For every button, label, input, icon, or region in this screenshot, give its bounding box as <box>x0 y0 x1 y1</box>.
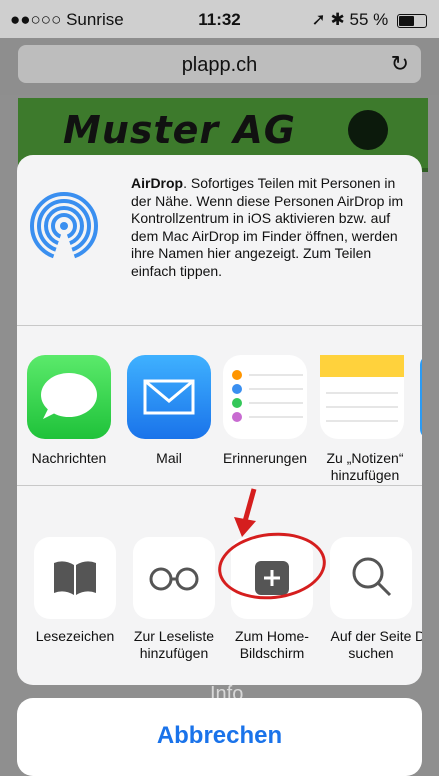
battery-icon <box>397 13 427 28</box>
notes-icon[interactable] <box>320 355 404 439</box>
battery-status: ➚ ✱ 55 % <box>312 10 427 30</box>
address-bar[interactable]: plapp.ch ↻ <box>18 45 421 83</box>
airdrop-icon <box>30 192 98 261</box>
action-label: Lesezeichen <box>35 628 115 644</box>
app-label: Mail <box>156 450 182 466</box>
cancel-button[interactable]: Abbrechen <box>17 698 422 776</box>
annotation-arrow <box>234 488 257 537</box>
messages-icon[interactable] <box>27 355 111 439</box>
action-label: Zum Home-Bildschirm <box>235 628 309 661</box>
search-icon[interactable] <box>330 537 412 619</box>
location-icon: ➚ <box>311 10 326 29</box>
banner-title: Muster AG <box>63 108 296 152</box>
action-row: Lesezeichen Zur Leseliste hinzufügen Zum… <box>17 485 422 685</box>
url-label: plapp.ch <box>181 54 258 76</box>
logo-dot <box>348 110 388 150</box>
battery-percent: 55 % <box>349 10 389 29</box>
share-sheet: AirDrop. Sofortiges Teilen mit Personen … <box>17 155 422 685</box>
more-apps-icon[interactable] <box>420 355 422 439</box>
reload-icon[interactable]: ↻ <box>391 51 409 77</box>
status-bar: ●●○○○ Sunrise 11:32 ➚ ✱ 55 % <box>0 0 439 38</box>
airdrop-description: AirDrop. Sofortiges Teilen mit Personen … <box>131 175 416 280</box>
action-label-partial: D <box>415 628 422 644</box>
airdrop-section[interactable]: AirDrop. Sofortiges Teilen mit Personen … <box>17 155 422 326</box>
mail-icon[interactable] <box>127 355 211 439</box>
reminders-icon[interactable] <box>223 355 307 439</box>
app-row: Nachrichten Mail Erinnerungen Zu „Notize… <box>17 325 422 486</box>
airdrop-title: AirDrop <box>131 175 184 191</box>
cancel-label: Abbrechen <box>156 722 283 749</box>
book-icon[interactable] <box>34 537 116 619</box>
glasses-icon[interactable] <box>133 537 215 619</box>
action-label: Zur Leseliste hinzufügen <box>133 628 215 661</box>
app-label: Nachrichten <box>31 450 107 466</box>
app-label: Zu „Notizen“ hinzufügen <box>326 450 404 483</box>
bluetooth-icon: ✱ <box>330 10 345 29</box>
action-label: Auf der Seite suchen <box>330 628 412 661</box>
app-label: Erinnerungen <box>222 450 308 466</box>
